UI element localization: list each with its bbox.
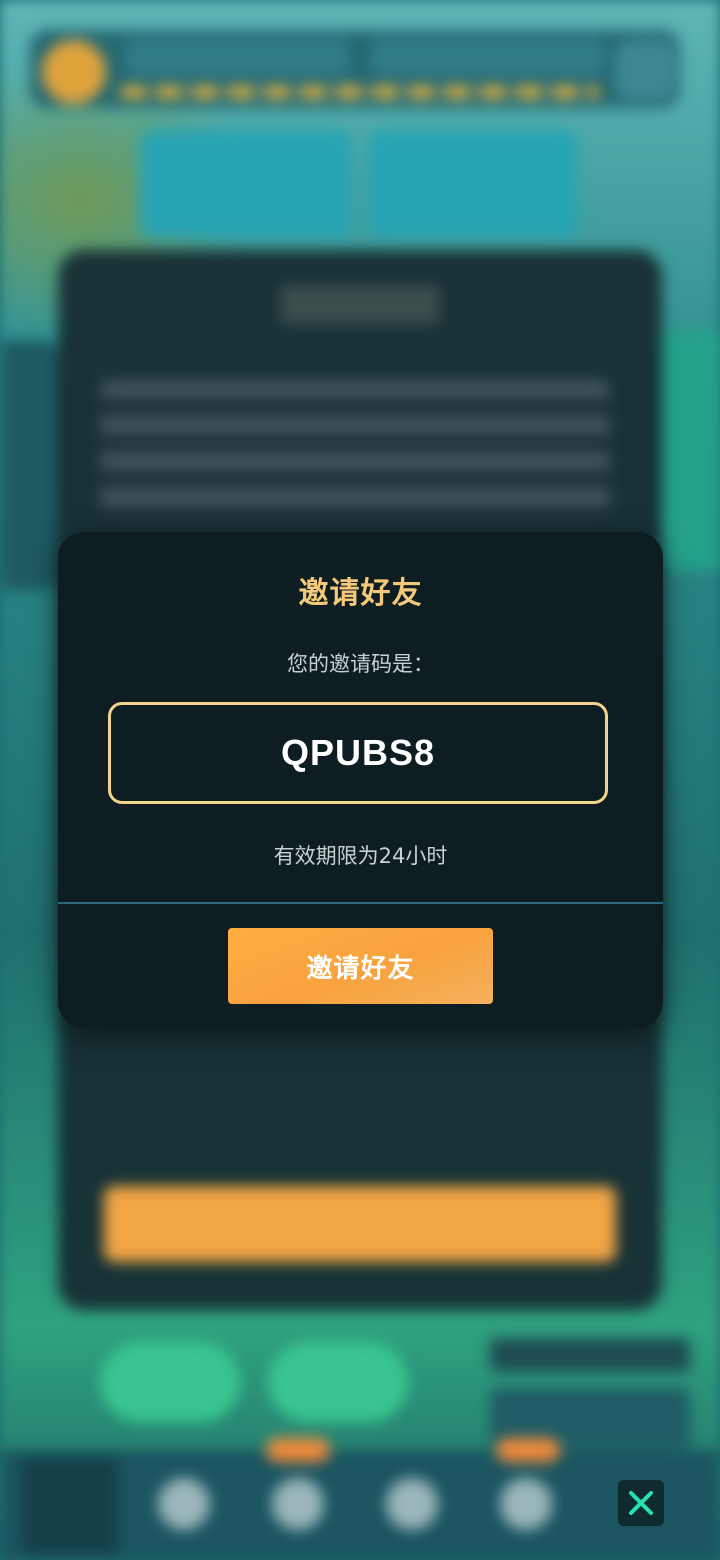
resource-card-1 [140, 130, 352, 238]
nav-badge-2 [496, 1438, 560, 1462]
background-pill-2 [268, 1342, 408, 1422]
background-invite-button [104, 1186, 616, 1262]
settings-gear-icon [615, 40, 675, 100]
close-icon [629, 1491, 653, 1515]
invite-code-label: 您的邀请码是： [287, 652, 434, 676]
background-info-1 [490, 1338, 690, 1372]
invite-friend-dialog: 邀请好友 您的邀请码是： QPUBS8 有效期限为24小时 邀请好友 [58, 532, 663, 1028]
nav-icon-3 [386, 1478, 438, 1530]
nav-icon-4 [500, 1478, 552, 1530]
dialog-divider [58, 902, 663, 904]
level-progress [120, 86, 600, 98]
resource-card-2 [368, 130, 578, 238]
left-side-panel [0, 340, 62, 590]
background-panel-title [280, 285, 440, 325]
dialog-title: 邀请好友 [298, 576, 423, 611]
player-avatar [42, 40, 106, 104]
invite-code-box[interactable]: QPUBS8 [108, 702, 608, 804]
expiry-note: 有效期限为24小时 [273, 844, 448, 868]
nav-home-active [22, 1458, 118, 1554]
invite-code-value[interactable]: QPUBS8 [281, 732, 435, 774]
resource-bar-water [125, 38, 350, 76]
nav-icon-2 [272, 1478, 324, 1530]
resource-bar-gem [370, 38, 605, 76]
invite-friend-button[interactable]: 邀请好友 [228, 928, 493, 1004]
background-panel-text [100, 380, 610, 520]
nav-icon-1 [158, 1478, 210, 1530]
right-side-panel [656, 330, 720, 570]
background-pill-1 [100, 1342, 240, 1422]
nav-badge-1 [266, 1438, 330, 1462]
close-button[interactable] [618, 1480, 664, 1526]
